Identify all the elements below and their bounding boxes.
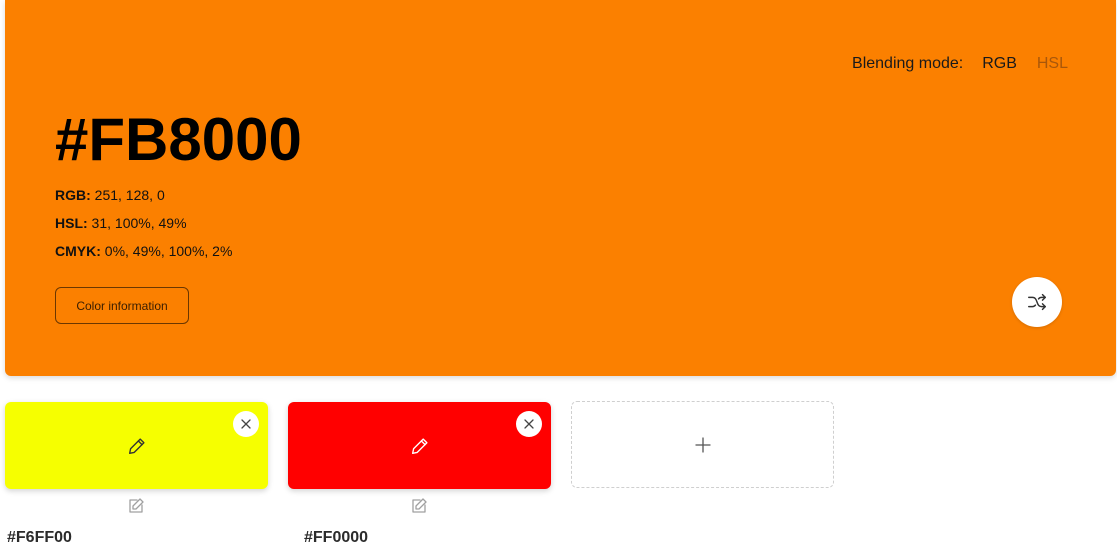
pencil-icon xyxy=(409,435,431,457)
edit-hex-icon[interactable] xyxy=(410,497,428,515)
swatch-color-2[interactable] xyxy=(288,402,551,489)
shuffle-icon xyxy=(1026,291,1048,313)
cmyk-info: CMYK: 0%, 49%, 100%, 2% xyxy=(55,242,232,260)
color-mixer-page: Blending mode: RGB HSL #FB8000 RGB: 251,… xyxy=(0,0,1117,553)
hsl-info: HSL: 31, 100%, 49% xyxy=(55,214,187,232)
result-color-panel: Blending mode: RGB HSL #FB8000 RGB: 251,… xyxy=(5,0,1116,376)
hsl-value: 31, 100%, 49% xyxy=(87,215,187,231)
cmyk-value: 0%, 49%, 100%, 2% xyxy=(100,243,233,259)
shuffle-button[interactable] xyxy=(1012,277,1062,327)
blending-mode-label: Blending mode: xyxy=(852,55,964,72)
plus-icon xyxy=(694,436,712,454)
add-color-button[interactable] xyxy=(571,401,834,488)
swatch-color-1[interactable] xyxy=(5,402,268,489)
blending-mode-rgb[interactable]: RGB xyxy=(982,55,1017,73)
pencil-icon xyxy=(126,435,148,457)
cmyk-label: CMYK: xyxy=(55,243,101,259)
rgb-info: RGB: 251, 128, 0 xyxy=(55,186,165,204)
edit-hex-icon[interactable] xyxy=(127,497,145,515)
swatch-hex-label: #F6FF00 xyxy=(7,529,72,546)
close-icon xyxy=(523,418,535,430)
blending-mode-selector: Blending mode: RGB HSL xyxy=(852,55,1068,73)
result-hex-code: #FB8000 xyxy=(55,106,302,173)
rgb-label: RGB: xyxy=(55,187,91,203)
rgb-value: 251, 128, 0 xyxy=(90,187,165,203)
remove-swatch-button[interactable] xyxy=(233,411,259,437)
blending-mode-hsl[interactable]: HSL xyxy=(1037,55,1068,73)
swatch-hex-label: #FF0000 xyxy=(304,529,369,546)
remove-swatch-button[interactable] xyxy=(516,411,542,437)
color-information-button[interactable]: Color information xyxy=(55,287,189,324)
close-icon xyxy=(240,418,252,430)
hsl-label: HSL: xyxy=(55,215,88,231)
